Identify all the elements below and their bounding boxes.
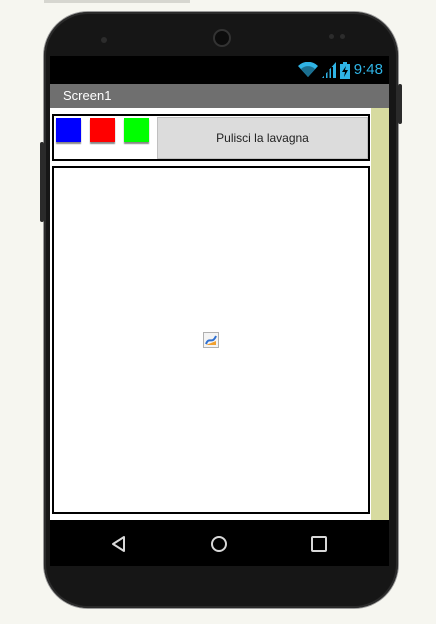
home-circle-icon[interactable] bbox=[208, 533, 230, 555]
toolbar: Pulisci la lavagna bbox=[52, 114, 370, 161]
recents-square-icon[interactable] bbox=[308, 533, 330, 555]
green-color-button[interactable] bbox=[124, 118, 149, 142]
back-triangle-icon[interactable] bbox=[108, 533, 130, 555]
clear-board-button[interactable]: Pulisci la lavagna bbox=[157, 117, 368, 159]
drawing-canvas[interactable] bbox=[52, 166, 370, 514]
signal-icon bbox=[321, 62, 336, 78]
top-divider bbox=[44, 0, 190, 3]
power-button bbox=[398, 84, 402, 124]
status-bar: 9:48 bbox=[50, 56, 389, 84]
title-bar: Screen1 bbox=[50, 84, 389, 108]
blue-color-button[interactable] bbox=[56, 118, 81, 142]
screen-title: Screen1 bbox=[63, 88, 112, 103]
volume-button bbox=[40, 142, 44, 222]
scroll-strip bbox=[371, 108, 389, 520]
broken-image-icon bbox=[203, 332, 219, 348]
nav-bar bbox=[50, 520, 389, 566]
red-color-button[interactable] bbox=[90, 118, 115, 142]
wifi-icon bbox=[297, 62, 318, 77]
battery-charging-icon bbox=[339, 61, 350, 79]
sensor-dot-right-2 bbox=[340, 34, 345, 39]
sensor-dot-right-1 bbox=[329, 34, 334, 39]
status-time: 9:48 bbox=[353, 61, 383, 78]
sensor-dot bbox=[101, 37, 107, 43]
device-screen: 9:48 Screen1 Pulisci la lavagna bbox=[50, 56, 389, 566]
front-camera bbox=[213, 29, 231, 47]
app-area: Pulisci la lavagna bbox=[50, 108, 389, 520]
